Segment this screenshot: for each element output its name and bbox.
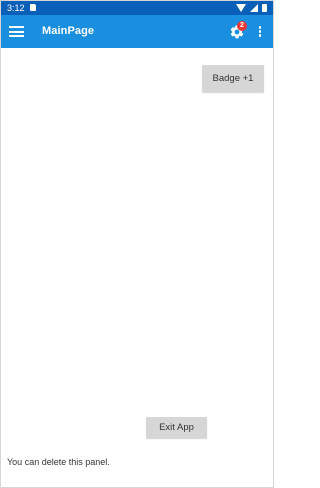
badge-increment-button[interactable]: Badge +1 (202, 65, 264, 92)
exit-app-button[interactable]: Exit App (146, 417, 207, 438)
battery-icon (262, 4, 267, 12)
panel-message: You can delete this panel. (7, 457, 110, 467)
app-window: 3:12 MainPage 2 Badge +1 Exit App You ca… (0, 0, 274, 488)
app-bar: MainPage 2 (1, 15, 273, 48)
notification-badge: 2 (237, 21, 247, 31)
more-vertical-icon[interactable] (258, 26, 262, 38)
status-icons (236, 4, 267, 12)
page-title: MainPage (42, 25, 95, 37)
status-time: 3:12 (7, 3, 25, 13)
signal-icon (250, 4, 258, 12)
hamburger-menu-icon[interactable] (9, 26, 24, 37)
sd-card-icon (30, 4, 36, 11)
wifi-icon (236, 4, 246, 12)
status-bar: 3:12 (1, 1, 273, 15)
